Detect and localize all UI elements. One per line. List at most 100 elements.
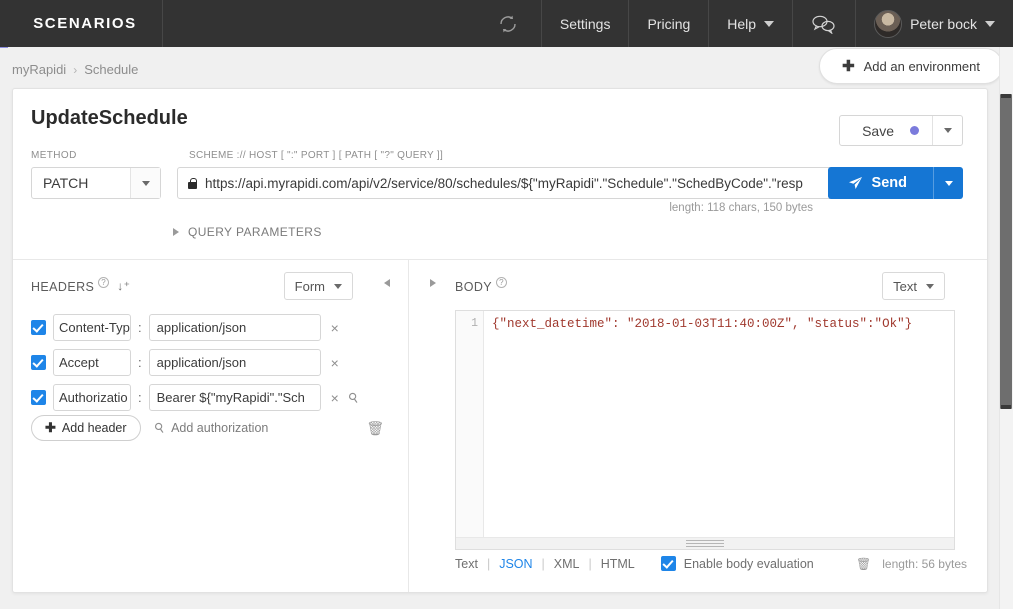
editor-resize-grip[interactable] <box>456 537 954 549</box>
chevron-down-icon <box>943 128 952 133</box>
header-colon: : <box>138 390 142 405</box>
body-format-tab-json[interactable]: JSON <box>499 557 532 571</box>
header-row: Authorizatio : Bearer ${"myRapidi"."Sch … <box>13 380 408 415</box>
breadcrumb-separator: › <box>73 62 78 77</box>
format-separator: | <box>486 556 491 571</box>
user-menu[interactable]: Peter bock <box>855 0 1013 47</box>
breadcrumb: myRapidi › Schedule <box>12 62 138 77</box>
enable-body-evaluation-toggle[interactable]: Enable body evaluation <box>660 556 814 571</box>
chevron-down-icon <box>985 20 995 27</box>
top-navbar: SCENARIOS Settings Pricing Help Peter bo… <box>0 0 1013 47</box>
header-key-input[interactable]: Accept <box>53 349 131 376</box>
headers-toolbar: HEADERS ? ↓⁺ Form <box>13 260 408 315</box>
paper-plane-icon <box>848 177 862 189</box>
header-key-input[interactable]: Content-Typ <box>53 314 131 341</box>
send-button-group: Send <box>827 167 963 199</box>
authorization-key-icon[interactable]: ⚲ <box>345 388 362 407</box>
body-format-select[interactable]: Text <box>882 272 945 300</box>
query-parameters-toggle[interactable]: QUERY PARAMETERS <box>173 225 322 239</box>
plus-icon: ✚ <box>45 420 56 435</box>
lock-icon <box>188 177 197 189</box>
unsaved-indicator-dot <box>910 126 919 135</box>
headers-label: HEADERS <box>31 280 95 294</box>
send-button[interactable]: Send <box>828 167 933 199</box>
navbar-spacer <box>163 0 475 47</box>
header-enabled-checkbox[interactable] <box>31 390 46 405</box>
nav-item-help[interactable]: Help <box>708 0 792 47</box>
header-key-input[interactable]: Authorizatio <box>53 384 131 411</box>
plus-icon: ✚ <box>842 57 855 75</box>
save-label: Save <box>862 122 894 139</box>
method-select[interactable]: PATCH <box>31 167 161 199</box>
clear-body-icon[interactable]: 🗑 <box>856 557 871 571</box>
body-format-tab-html[interactable]: HTML <box>601 557 635 571</box>
nav-item-label: Help <box>727 15 757 32</box>
body-content[interactable]: {"next_datetime": "2018-01-03T11:40:00Z"… <box>484 311 954 549</box>
body-format-tab-xml[interactable]: XML <box>554 557 580 571</box>
send-dropdown-button[interactable] <box>933 167 963 199</box>
expand-body-panel-icon[interactable] <box>430 279 436 287</box>
grip-lines-icon <box>686 538 724 549</box>
query-parameters-label: QUERY PARAMETERS <box>188 225 322 239</box>
add-header-button[interactable]: ✚ Add header <box>31 415 141 441</box>
header-enabled-checkbox[interactable] <box>31 320 46 335</box>
key-icon: ⚲ <box>150 418 168 437</box>
save-dropdown-button[interactable] <box>932 116 962 145</box>
breadcrumb-item-root[interactable]: myRapidi <box>12 62 66 77</box>
chevron-down-icon <box>764 20 775 27</box>
url-input[interactable]: https://api.myrapidi.com/api/v2/service/… <box>177 167 842 199</box>
body-format-tab-text[interactable]: Text <box>455 557 478 571</box>
method-dropdown-button[interactable] <box>130 168 160 198</box>
collapse-headers-panel-icon[interactable] <box>384 279 390 287</box>
avatar <box>874 9 903 38</box>
chat-button[interactable] <box>792 0 855 47</box>
format-separator: | <box>541 556 545 571</box>
add-authorization-label: Add authorization <box>171 421 269 435</box>
refresh-button[interactable] <box>475 0 541 47</box>
body-title: BODY ? <box>455 277 508 294</box>
help-icon[interactable]: ? <box>98 277 110 288</box>
sort-az-icon[interactable]: ↓⁺ <box>117 279 130 293</box>
chevron-down-icon <box>944 180 953 186</box>
delete-headers-icon[interactable]: 🗑 <box>366 420 384 437</box>
chevron-down-icon <box>926 283 934 289</box>
add-authorization-button[interactable]: ⚲ Add authorization <box>151 419 269 437</box>
headers-format-value: Form <box>294 278 325 294</box>
header-value-input[interactable]: Bearer ${"myRapidi"."Sch <box>148 384 321 411</box>
headers-format-select[interactable]: Form <box>283 272 353 300</box>
enable-body-evaluation-label: Enable body evaluation <box>683 556 814 571</box>
page-scrollbar-thumb[interactable] <box>1000 94 1012 409</box>
nav-item-label: Settings <box>559 15 611 32</box>
user-name-label: Peter bock <box>910 15 977 32</box>
body-footer: Text | JSON | XML | HTML Enable body eva… <box>455 556 967 571</box>
breadcrumb-item-current[interactable]: Schedule <box>84 62 138 77</box>
header-value-input[interactable]: application/json <box>148 349 321 376</box>
header-enabled-checkbox[interactable] <box>31 355 46 370</box>
scheme-label: SCHEME :// HOST [ ":" PORT ] [ PATH [ "?… <box>189 150 444 161</box>
headers-title: HEADERS ? ↓⁺ <box>31 277 130 294</box>
nav-item-pricing[interactable]: Pricing <box>628 0 708 47</box>
save-button-group: Save <box>839 115 963 146</box>
enable-body-evaluation-checkbox[interactable] <box>660 556 676 571</box>
header-colon: : <box>138 320 142 335</box>
remove-header-icon[interactable]: × <box>328 355 342 371</box>
help-icon[interactable]: ? <box>496 277 508 288</box>
header-row: Accept : application/json × <box>13 345 408 380</box>
header-value-input[interactable]: application/json <box>148 314 321 341</box>
page-title: UpdateSchedule <box>31 107 188 129</box>
app-brand[interactable]: SCENARIOS <box>8 0 163 47</box>
url-length-label: length: 118 chars, 150 bytes <box>669 202 813 214</box>
request-card: UpdateSchedule Save METHOD SCHEME :// HO… <box>12 88 988 593</box>
body-editor[interactable]: 1 {"next_datetime": "2018-01-03T11:40:00… <box>455 310 955 550</box>
refresh-icon <box>500 15 516 32</box>
page-scrollbar-track[interactable] <box>999 47 1013 609</box>
remove-header-icon[interactable]: × <box>328 320 342 336</box>
body-format-value: Text <box>893 278 917 294</box>
method-value: PATCH <box>43 175 89 191</box>
nav-item-settings[interactable]: Settings <box>540 0 629 47</box>
send-label: Send <box>871 175 907 191</box>
save-button[interactable]: Save <box>840 116 932 145</box>
remove-header-icon[interactable]: × <box>328 390 342 406</box>
add-environment-button[interactable]: ✚ Add an environment <box>819 48 1003 84</box>
header-row: Content-Typ : application/json × <box>13 310 408 345</box>
